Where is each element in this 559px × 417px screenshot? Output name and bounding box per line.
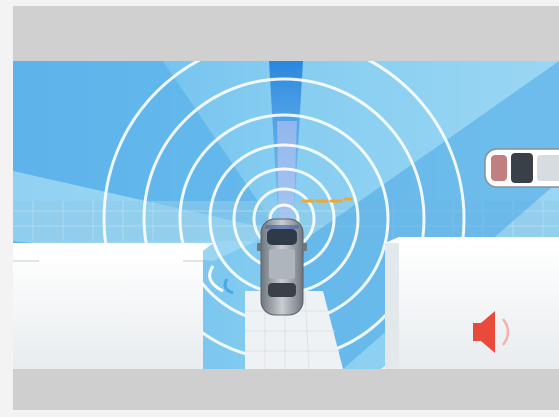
parking-sensor-scene — [13, 61, 559, 369]
right-wall — [385, 243, 559, 369]
left-wall-top — [13, 243, 213, 251]
parked-vehicle — [484, 148, 559, 188]
illustration-frame — [13, 6, 559, 410]
scene-graphic — [13, 61, 559, 369]
top-band — [13, 6, 559, 61]
right-wall-side — [385, 237, 399, 369]
left-wall — [13, 251, 203, 369]
ego-vehicle — [257, 218, 307, 316]
right-wall-top — [385, 237, 559, 243]
bottom-band — [13, 369, 559, 410]
